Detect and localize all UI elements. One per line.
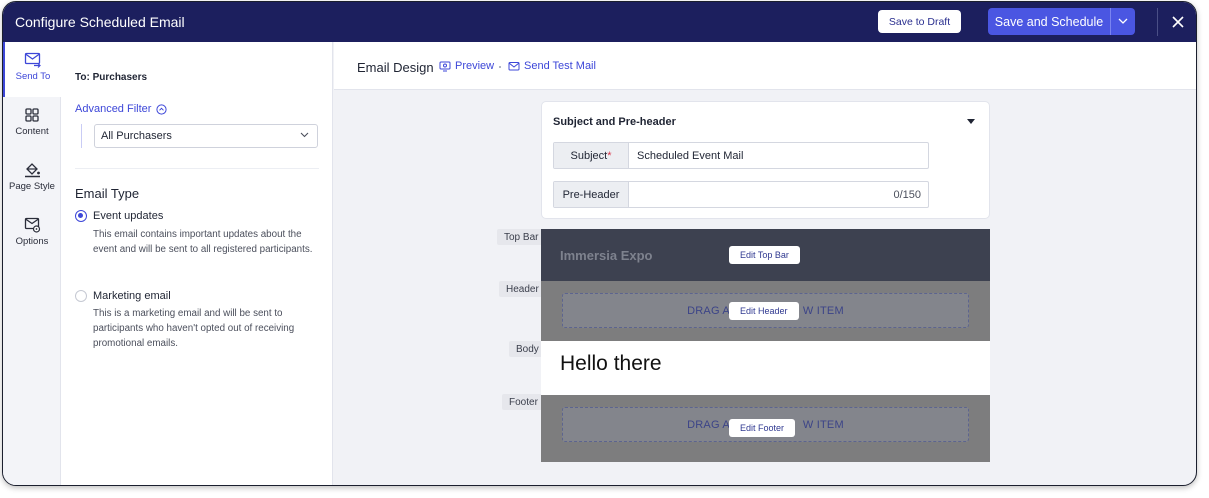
mail-forward-icon <box>24 52 41 68</box>
audience-filter-value: All Purchasers <box>101 130 172 142</box>
preheader-input[interactable] <box>629 182 928 207</box>
filter-indent-line <box>81 124 82 148</box>
subject-card-heading: Subject and Pre-header <box>553 116 676 128</box>
send-test-mail-link[interactable]: Send Test Mail <box>508 60 596 72</box>
radio-marketing-email[interactable] <box>75 290 87 302</box>
preview-link[interactable]: Preview <box>439 60 494 72</box>
advanced-filter-toggle[interactable]: Advanced Filter <box>75 103 168 115</box>
save-options-dropdown[interactable] <box>1111 8 1135 35</box>
preheader-char-counter: 0/150 <box>893 189 921 201</box>
edit-top-bar-button[interactable]: Edit Top Bar <box>729 246 800 264</box>
configure-email-window: Configure Scheduled Email Save to Draft … <box>2 1 1197 486</box>
window-title: Configure Scheduled Email <box>15 14 185 30</box>
separator-dot <box>499 66 501 68</box>
email-top-bar[interactable]: Immersia Expo Edit Top Bar <box>541 229 990 281</box>
radio-event-updates[interactable] <box>75 210 87 222</box>
email-type-heading: Email Type <box>75 186 140 201</box>
mail-icon <box>508 61 520 70</box>
send-test-mail-label: Send Test Mail <box>524 60 596 72</box>
subject-label-text: Subject <box>570 149 608 162</box>
close-icon[interactable] <box>1169 13 1187 31</box>
collapse-triangle-icon[interactable] <box>967 119 975 124</box>
settings-rail: Send To Content Page Style Options <box>3 42 61 485</box>
option-label-event-updates: Event updates <box>93 210 164 222</box>
save-and-schedule-split-button: Save and Schedule <box>988 8 1135 35</box>
rail-label: Send To <box>15 71 51 82</box>
paint-bucket-icon <box>24 163 40 178</box>
drop-zone-text-right: W ITEM <box>802 304 844 317</box>
subject-field-label: Subject * <box>554 143 629 168</box>
preview-icon <box>439 61 451 71</box>
rail-label: Content <box>15 126 49 137</box>
rail-item-send-to[interactable]: Send To <box>3 42 61 97</box>
email-design-header: Email Design Preview Send Test Mail <box>334 42 1196 90</box>
save-and-schedule-button[interactable]: Save and Schedule <box>988 8 1111 35</box>
send-to-panel: To: Purchasers Advanced Filter All Purch… <box>61 42 333 485</box>
rail-item-content[interactable]: Content <box>3 97 61 152</box>
drop-zone-text-left: DRAG A <box>687 418 730 431</box>
subject-preheader-card: Subject and Pre-header Subject * Schedule… <box>541 101 990 219</box>
option-description-event-updates: This email contains important updates ab… <box>93 229 313 255</box>
edit-footer-button[interactable]: Edit Footer <box>729 419 796 437</box>
rail-item-options[interactable]: Options <box>3 207 61 262</box>
brand-name: Immersia Expo <box>560 248 653 263</box>
section-tag-header: Header <box>499 281 546 297</box>
email-body-section[interactable]: Hello there <box>541 341 990 395</box>
email-header-section[interactable]: DRAG A W ITEM Edit Header <box>541 281 990 341</box>
required-mark: * <box>607 149 612 162</box>
grid-icon <box>25 108 39 122</box>
title-bar: Configure Scheduled Email Save to Draft … <box>3 2 1196 42</box>
drop-zone-text-right: W ITEM <box>802 418 844 431</box>
drop-zone-text-left: DRAG A <box>687 304 730 317</box>
option-description-marketing-email: This is a marketing email and will be se… <box>93 308 295 349</box>
rail-label: Options <box>15 236 49 247</box>
subject-field: Subject * Scheduled Event Mail <box>553 142 929 169</box>
rail-item-page-style[interactable]: Page Style <box>3 152 61 207</box>
email-design-title: Email Design <box>357 60 434 75</box>
preheader-field: Pre-Header 0/150 <box>553 181 929 208</box>
advanced-filter-label: Advanced Filter <box>75 103 152 115</box>
rail-label: Page Style <box>9 181 55 192</box>
divider <box>75 168 319 169</box>
save-to-draft-button[interactable]: Save to Draft <box>878 10 961 33</box>
edit-header-button[interactable]: Edit Header <box>729 302 799 320</box>
chevron-up-circle-icon <box>156 103 168 115</box>
body-greeting: Hello there <box>560 352 662 375</box>
preview-label: Preview <box>455 60 495 72</box>
title-divider <box>1157 8 1158 36</box>
recipients-label: To: Purchasers <box>75 72 148 83</box>
preheader-field-label: Pre-Header <box>554 182 629 207</box>
chevron-down-icon <box>300 132 309 138</box>
email-footer-section[interactable]: DRAG A W ITEM Edit Footer <box>541 395 990 462</box>
option-label-marketing-email: Marketing email <box>93 290 171 302</box>
section-tag-top-bar: Top Bar <box>497 229 546 245</box>
subject-input[interactable]: Scheduled Event Mail <box>629 143 928 168</box>
audience-filter-select[interactable]: All Purchasers <box>94 124 318 148</box>
chevron-down-icon <box>1118 18 1128 24</box>
mail-settings-icon <box>24 217 40 233</box>
section-tag-footer: Footer <box>502 394 545 410</box>
